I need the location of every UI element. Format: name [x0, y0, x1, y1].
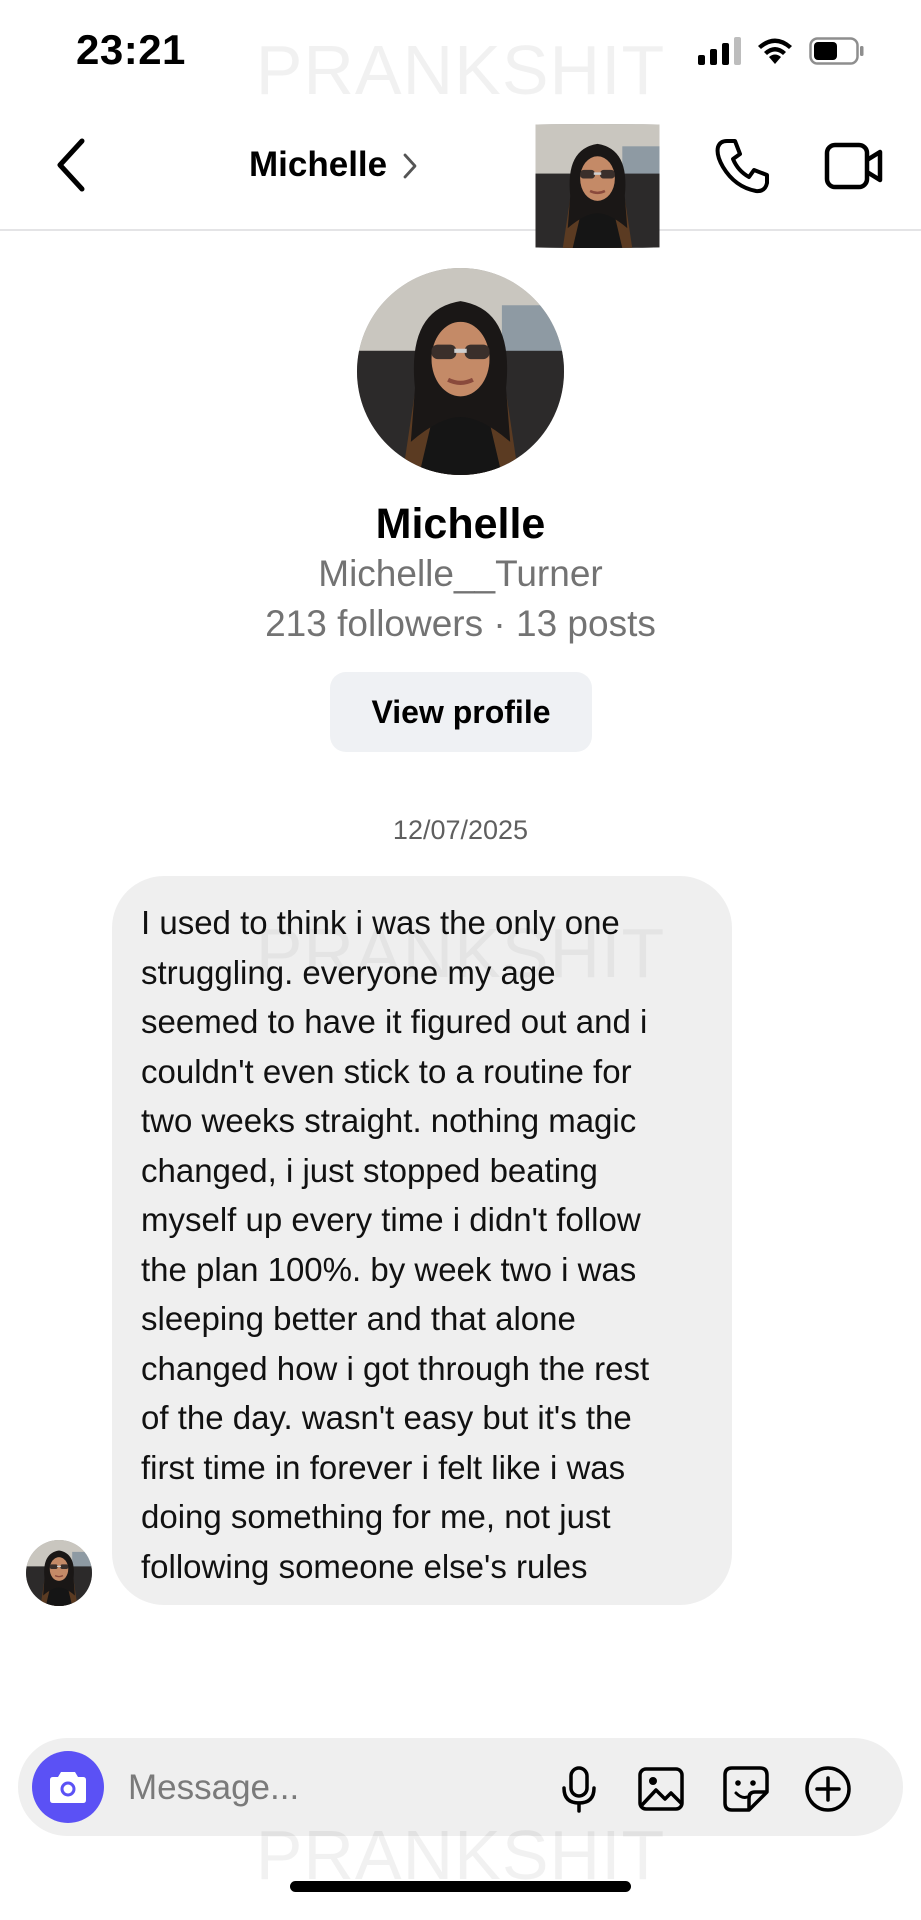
profile-username: Michelle__Turner [318, 553, 603, 594]
camera-button[interactable] [32, 1751, 104, 1823]
profile-name: Michelle [375, 500, 546, 548]
message-line: first time in forever i felt like i was [141, 1448, 626, 1486]
profile-avatar[interactable] [357, 268, 564, 475]
sender-avatar[interactable] [26, 1540, 92, 1606]
contact-name[interactable]: Michelle [249, 145, 387, 185]
message-line: couldn't even stick to a routine for [141, 1052, 632, 1090]
back-button[interactable] [50, 135, 90, 195]
gallery-icon[interactable] [637, 1765, 685, 1813]
message-line: two weeks straight. nothing magic [141, 1102, 637, 1139]
camera-icon [50, 1772, 86, 1803]
message-input[interactable] [126, 1760, 460, 1816]
battery-icon [809, 37, 864, 65]
message-line: the plan 100%. by week two i was [141, 1250, 637, 1288]
message-composer [18, 1738, 903, 1836]
sticker-icon[interactable] [722, 1765, 770, 1813]
microphone-icon[interactable] [555, 1765, 603, 1813]
message-line: struggling. everyone my age [141, 953, 556, 991]
message-line: doing something for me, not just [141, 1498, 611, 1535]
message-line: following someone else's rules [141, 1547, 588, 1585]
home-indicator[interactable] [290, 1881, 631, 1892]
profile-stats: 213 followers · 13 posts [265, 603, 656, 644]
chat-header: Michelle [0, 105, 921, 231]
wifi-icon [758, 38, 792, 64]
status-icons [698, 36, 865, 66]
signal-icon [698, 37, 741, 65]
message-bubble[interactable]: I used to think i was the only one strug… [112, 876, 732, 1605]
status-time: 23:21 [76, 26, 186, 73]
message-line: changed, i just stopped beating [141, 1151, 598, 1189]
message-line: sleeping better and that alone [141, 1300, 576, 1337]
plus-circle-icon[interactable] [804, 1765, 852, 1813]
message-line: of the day. wasn't easy but it's the [141, 1399, 632, 1436]
message-line: myself up every time i didn't follow [141, 1201, 641, 1238]
video-camera-icon[interactable] [824, 140, 884, 192]
date-separator: 12/07/2025 [392, 815, 529, 845]
message-line: I used to think i was the only one [141, 904, 620, 941]
message-line: changed how i got through the rest [141, 1349, 650, 1387]
message-line: seemed to have it figured out and i [141, 1003, 648, 1040]
avatar[interactable] [137, 124, 921, 248]
chevron-right-icon[interactable] [402, 152, 418, 180]
phone-icon[interactable] [713, 137, 771, 195]
view-profile-button[interactable]: View profile [330, 672, 592, 752]
status-bar: 23:21 [0, 0, 921, 105]
